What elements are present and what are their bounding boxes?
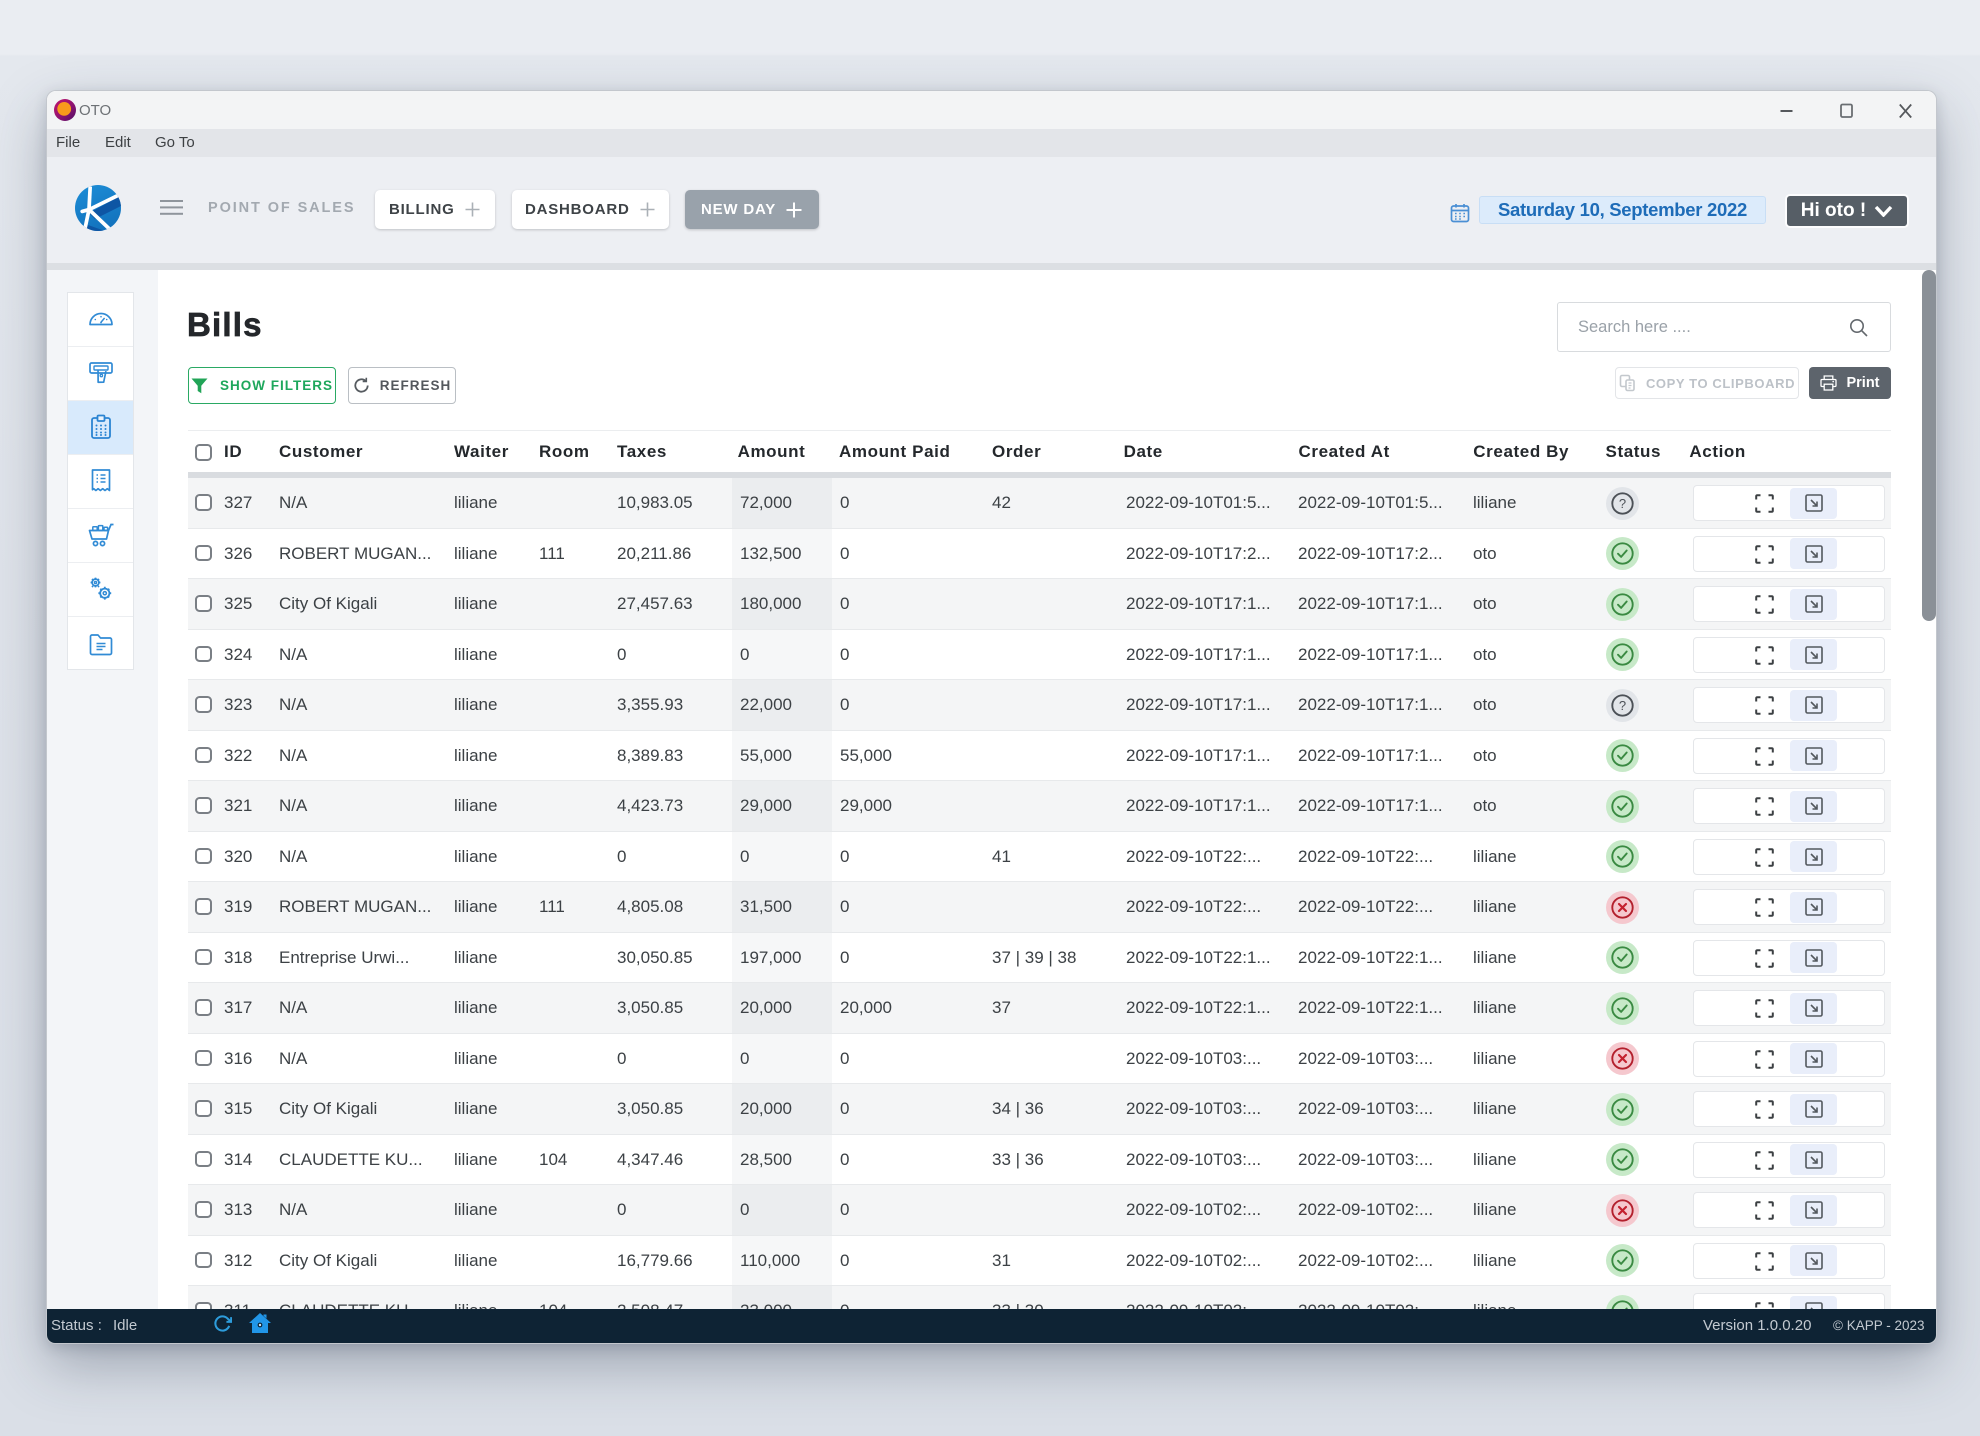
svg-text:?: ? [1618,496,1625,511]
svg-text:?: ? [1618,698,1625,713]
